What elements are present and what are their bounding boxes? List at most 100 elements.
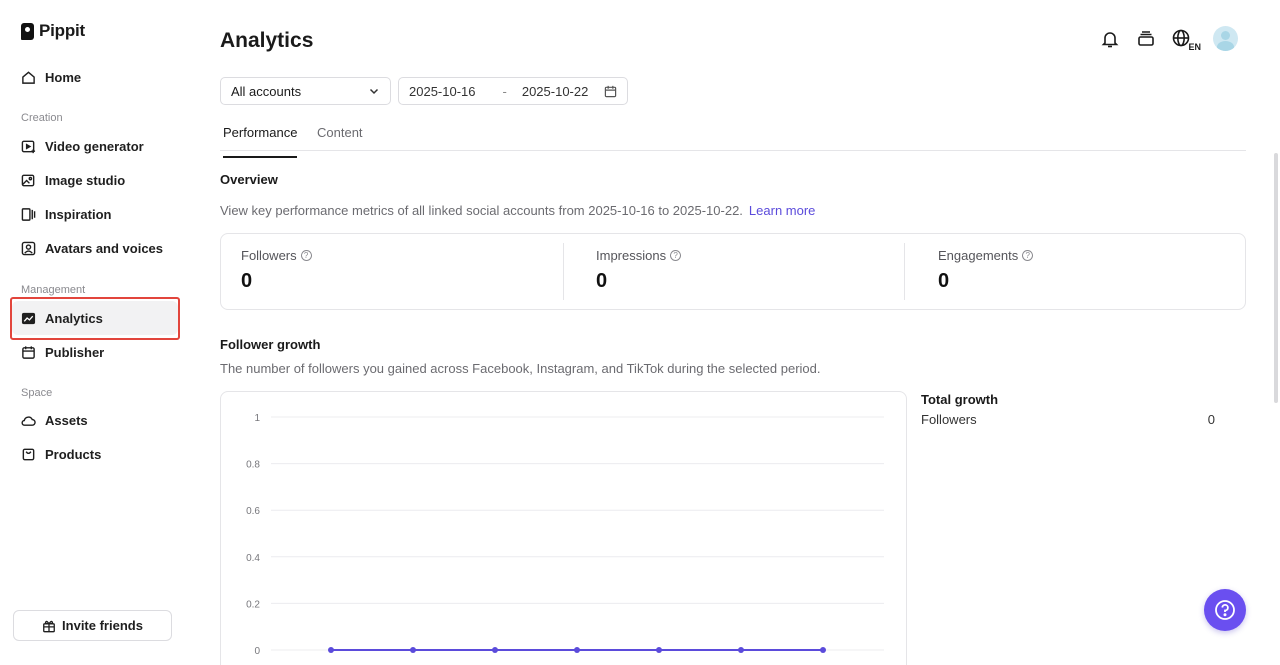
sidebar-item-publisher[interactable]: Publisher [12,335,178,369]
question-icon [1214,599,1236,621]
sidebar-item-label: Assets [45,412,88,428]
section-label-space: Space [21,387,53,399]
data-point[interactable] [574,647,580,653]
chevron-down-icon [368,85,380,97]
stat-label-text: Followers [241,248,297,263]
date-range-picker[interactable]: 2025-10-16 - 2025-10-22 [398,77,628,105]
stat-followers: Followers ? 0 [241,248,312,293]
stat-label: Followers ? [241,248,312,263]
sidebar-item-assets[interactable]: Assets [12,403,178,437]
total-growth-value: 0 [1207,412,1215,427]
data-point[interactable] [738,647,744,653]
sidebar: Pippit Home Creation Video generator Ima… [0,0,190,665]
section-label-management: Management [21,284,86,296]
sidebar-item-label: Video generator [45,138,144,154]
bag-icon [21,447,36,462]
date-end: 2025-10-22 [521,83,589,99]
total-growth-label: Followers [921,412,977,427]
y-tick-label: 0.2 [246,599,260,610]
image-edit-icon [21,173,36,188]
stat-label-text: Engagements [938,248,1019,263]
notifications-button[interactable] [1099,28,1121,50]
page-scrollbar[interactable] [1274,153,1278,403]
help-circle-icon[interactable]: ? [670,250,682,261]
brand-name: Pippit [39,21,86,40]
stack-icon [1136,29,1156,49]
sidebar-item-label: Image studio [45,172,126,188]
data-point[interactable] [410,647,416,653]
data-point[interactable] [820,647,826,653]
follower-growth-description: The number of followers you gained acros… [220,361,821,376]
brand-logo[interactable]: Pippit [21,21,85,41]
stat-value: 0 [938,270,950,292]
sidebar-item-products[interactable]: Products [12,437,178,471]
stat-impressions: Impressions ? 0 [596,248,682,293]
inspiration-icon [21,207,36,222]
y-tick-label: 0.6 [246,506,260,517]
language-button[interactable]: EN [1171,28,1201,52]
tab-performance[interactable]: Performance [223,125,298,158]
invite-friends-button[interactable]: Invite friends [13,610,172,641]
tab-content[interactable]: Content [317,125,363,151]
sidebar-item-label: Analytics [45,310,103,326]
sidebar-item-home[interactable]: Home [12,60,178,94]
tab-bar: Performance Content [220,117,1246,158]
gift-icon [42,619,56,633]
stat-value: 0 [596,270,608,292]
calendar-icon [604,85,617,98]
data-point[interactable] [492,647,498,653]
help-circle-icon[interactable]: ? [300,250,312,261]
follower-growth-chart: 1 0.8 0.6 0.4 0.2 0 [220,391,907,665]
top-toolbar: EN [1099,26,1238,52]
stat-engagements: Engagements ? 0 [938,248,1034,293]
help-circle-icon[interactable]: ? [1022,250,1034,261]
divider [904,243,905,300]
sidebar-item-label: Publisher [45,344,105,360]
sidebar-item-inspiration[interactable]: Inspiration [12,197,178,231]
line-chart: 1 0.8 0.6 0.4 0.2 0 [246,413,884,657]
stats-card: Followers ? 0 Impressions ? 0 Engagement… [220,233,1246,310]
date-separator: - [502,83,507,99]
sidebar-item-avatars-voices[interactable]: Avatars and voices [12,231,178,265]
total-growth-row: Followers 0 [921,412,1215,427]
video-plus-icon [21,139,36,154]
data-point[interactable] [656,647,662,653]
sidebar-item-label: Avatars and voices [45,240,164,256]
date-start: 2025-10-16 [409,83,476,99]
overview-description-text: View key performance metrics of all link… [220,203,743,218]
chart-icon [21,311,36,326]
stat-label: Engagements ? [938,248,1034,263]
y-tick-label: 0 [254,646,260,657]
avatar-icon [21,241,36,256]
learn-more-link[interactable]: Learn more [749,203,815,218]
home-icon [21,70,36,85]
stat-label: Impressions ? [596,248,682,263]
y-tick-label: 1 [254,413,260,424]
page-title: Analytics [220,29,314,52]
bell-icon [1100,29,1120,49]
total-growth-title: Total growth [921,392,999,407]
sidebar-item-image-studio[interactable]: Image studio [12,163,178,197]
y-tick-label: 0.8 [246,460,260,471]
section-label-creation: Creation [21,112,63,124]
sidebar-item-label: Inspiration [45,206,112,222]
y-tick-label: 0.4 [246,553,260,564]
calendar-icon [21,345,36,360]
user-avatar[interactable] [1213,26,1238,51]
sidebar-item-label: Products [45,446,102,462]
stack-button[interactable] [1135,28,1157,50]
invite-friends-label: Invite friends [62,618,143,633]
follower-growth-title: Follower growth [220,337,321,352]
data-point[interactable] [328,647,334,653]
sidebar-item-analytics[interactable]: Analytics [12,301,178,335]
help-button[interactable] [1204,589,1246,631]
sidebar-item-label: Home [45,69,82,85]
account-select[interactable]: All accounts [220,77,391,105]
overview-title: Overview [220,172,278,187]
divider [563,243,564,300]
cloud-icon [21,413,36,428]
stat-label-text: Impressions [596,248,667,263]
overview-description: View key performance metrics of all link… [220,203,815,218]
account-select-value: All accounts [231,83,302,99]
sidebar-item-video-generator[interactable]: Video generator [12,129,178,163]
